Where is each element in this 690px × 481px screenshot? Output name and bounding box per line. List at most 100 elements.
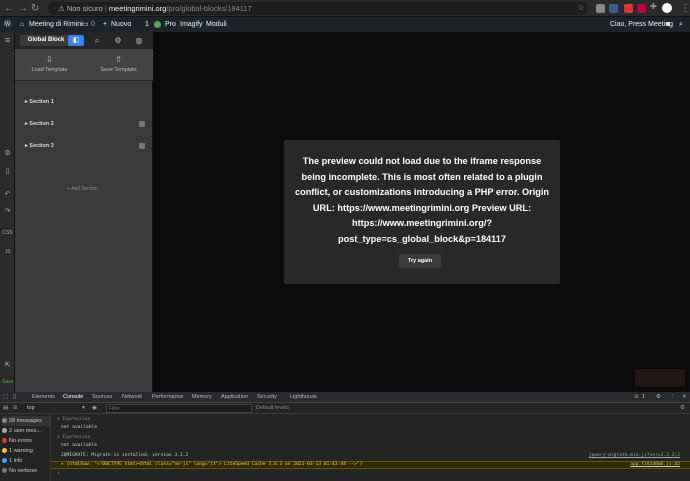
undo-icon[interactable]: ↶: [2, 190, 13, 198]
sidebar-item-messages[interactable]: 28 messages: [2, 416, 51, 426]
back-icon[interactable]: ←: [4, 3, 14, 14]
reload-icon[interactable]: ↻: [31, 3, 39, 14]
global-icon: [139, 121, 145, 127]
save-template-button[interactable]: ⇧ Save Template: [84, 49, 153, 81]
sidebar-item-errors[interactable]: No errors: [2, 436, 51, 446]
tab-application[interactable]: Application: [221, 392, 248, 403]
sidebar-item-warnings[interactable]: 1 warning: [2, 446, 51, 456]
section-label: Section 1: [29, 99, 54, 105]
context-select[interactable]: top: [27, 403, 35, 414]
css-button[interactable]: CSS: [2, 230, 13, 236]
sidebar-item-verbose[interactable]: No verbose: [2, 466, 51, 476]
greeting-link[interactable]: Ciao, Press Meeting: [610, 17, 673, 32]
user-icon[interactable]: ◙: [666, 17, 670, 32]
moduli-link[interactable]: Moduli: [206, 17, 227, 32]
sidebar-item-info[interactable]: 1 info: [2, 456, 51, 466]
console-output: ⊙ Expression not available ⊙ Expression …: [51, 414, 690, 481]
tab-performance[interactable]: Performance: [152, 392, 184, 403]
filter-input[interactable]: [106, 404, 252, 413]
list-icon: [2, 418, 7, 424]
expression-label: ⊙ Expression: [57, 435, 91, 440]
updates-count[interactable]: 1: [145, 17, 149, 32]
sidebar-toggle-icon[interactable]: ▤: [3, 403, 8, 414]
wordpress-icon[interactable]: Ⓦ: [4, 17, 11, 32]
search-icon[interactable]: ⌕: [91, 35, 103, 46]
puzzle-icon[interactable]: ✚: [650, 2, 657, 11]
error-message: The preview could not load due to the if…: [294, 156, 550, 244]
extension-icon[interactable]: [624, 4, 633, 13]
home-icon: ⌂: [20, 21, 25, 28]
pro-link[interactable]: Pro: [165, 17, 176, 32]
inspect-icon[interactable]: ⬚: [3, 392, 8, 403]
extension-icon[interactable]: [637, 4, 646, 13]
log-message: JQMIGRATE: Migrate is installed, version…: [61, 453, 189, 458]
tab-global-block[interactable]: Global Block: [20, 35, 72, 46]
more-icon[interactable]: ⋮: [670, 392, 676, 403]
section-row[interactable]: ▸ Section 3: [25, 140, 145, 152]
browser-toolbar: ← → ↻ ⚠ Non sicuro | meetingrimini.org/p…: [0, 0, 690, 17]
devtools-tabbar: ⬚ ▯ Elements Console Sources Network Per…: [0, 392, 690, 404]
section-label: Section 2: [29, 121, 54, 127]
tab-memory[interactable]: Memory: [192, 392, 212, 403]
clear-icon[interactable]: ⊘: [13, 403, 18, 414]
imagify-link[interactable]: Imagify: [180, 17, 203, 32]
tab-security[interactable]: Security: [257, 392, 277, 403]
tab-sources[interactable]: Sources: [92, 392, 112, 403]
try-again-button[interactable]: Try again: [399, 254, 441, 268]
user-icon: [2, 428, 7, 434]
pro-status-icon: [154, 21, 161, 28]
url-path: /pro/global-blocks/184117: [166, 4, 252, 13]
forward-icon[interactable]: →: [18, 3, 28, 14]
layout-icon[interactable]: ◧: [68, 35, 84, 46]
external-link-icon[interactable]: ⇱: [2, 361, 13, 369]
preview-area: The preview could not load due to the if…: [153, 32, 690, 392]
site-name-link[interactable]: Meeting di Rimini: [29, 17, 83, 32]
mobile-icon[interactable]: ▯: [2, 167, 13, 175]
save-icon: ⇧: [115, 55, 122, 64]
device-icon[interactable]: ▯: [13, 392, 16, 403]
error-icon: [2, 438, 7, 444]
close-icon[interactable]: ✕: [682, 392, 687, 403]
palette-icon[interactable]: ◍: [133, 35, 145, 46]
address-bar[interactable]: ⚠ Non sicuro | meetingrimini.org/pro/glo…: [48, 2, 588, 15]
add-section-button[interactable]: + Add Section: [67, 186, 98, 192]
tab-lighthouse[interactable]: Lighthouse: [290, 392, 317, 403]
tab-network[interactable]: Network: [122, 392, 142, 403]
expression-label: ⊙ Expression: [57, 417, 91, 422]
warning-count: 1: [642, 394, 646, 400]
levels-select[interactable]: Default levels: [256, 403, 289, 414]
warning-message[interactable]: ▸ {htmlRaw: "<!DOCTYPE html><html class=…: [61, 462, 362, 467]
section-row[interactable]: ▸ Section 2: [25, 118, 145, 130]
menu-icon[interactable]: ⋮: [680, 3, 690, 14]
gear-icon[interactable]: ⚙: [656, 392, 661, 403]
avatar[interactable]: [662, 3, 672, 13]
hamburger-icon[interactable]: ≡: [2, 35, 13, 45]
comments-icon[interactable]: ▭: [82, 17, 89, 32]
source-link[interactable]: jquery-migrate.min.js?ver=3.3.2:2: [589, 453, 680, 458]
expression-value: not available: [61, 443, 97, 448]
load-template-label: Load Template: [31, 67, 68, 73]
load-template-button[interactable]: ⇩ Load Template: [15, 49, 84, 81]
extension-icon[interactable]: [596, 4, 605, 13]
sidebar-item-user-messages[interactable]: 2 user mes...: [2, 426, 51, 436]
js-button[interactable]: JS: [2, 249, 13, 255]
source-link[interactable]: app.f2d1d8d6.js:42: [630, 462, 680, 467]
tab-elements[interactable]: Elements: [32, 392, 55, 403]
warning-icon: ⚠: [58, 4, 67, 13]
section-row[interactable]: ▸ Section 1: [25, 96, 145, 108]
warning-icon[interactable]: ⚠: [634, 392, 639, 403]
search-icon[interactable]: ⌕: [679, 17, 683, 32]
comments-count: 0: [91, 21, 95, 28]
redo-icon[interactable]: ↷: [2, 207, 13, 215]
eye-icon[interactable]: ◉: [92, 403, 97, 414]
gear-icon[interactable]: ⚙: [680, 403, 685, 414]
extension-icon[interactable]: [609, 4, 618, 13]
new-link[interactable]: Nuovo: [111, 17, 131, 32]
console-prompt[interactable]: ›: [57, 471, 60, 476]
settings-icon[interactable]: ⚙: [2, 149, 13, 157]
star-icon[interactable]: ☆: [577, 3, 584, 12]
wp-admin-bar: Ⓦ ⌂ Meeting di Rimini ▭ 0 + Nuovo 1 Pro …: [0, 17, 690, 32]
save-button[interactable]: Save: [2, 379, 13, 385]
template-bar: ⇩ Load Template ⇧ Save Template: [15, 49, 153, 81]
gear-icon[interactable]: ⚙: [112, 35, 124, 46]
